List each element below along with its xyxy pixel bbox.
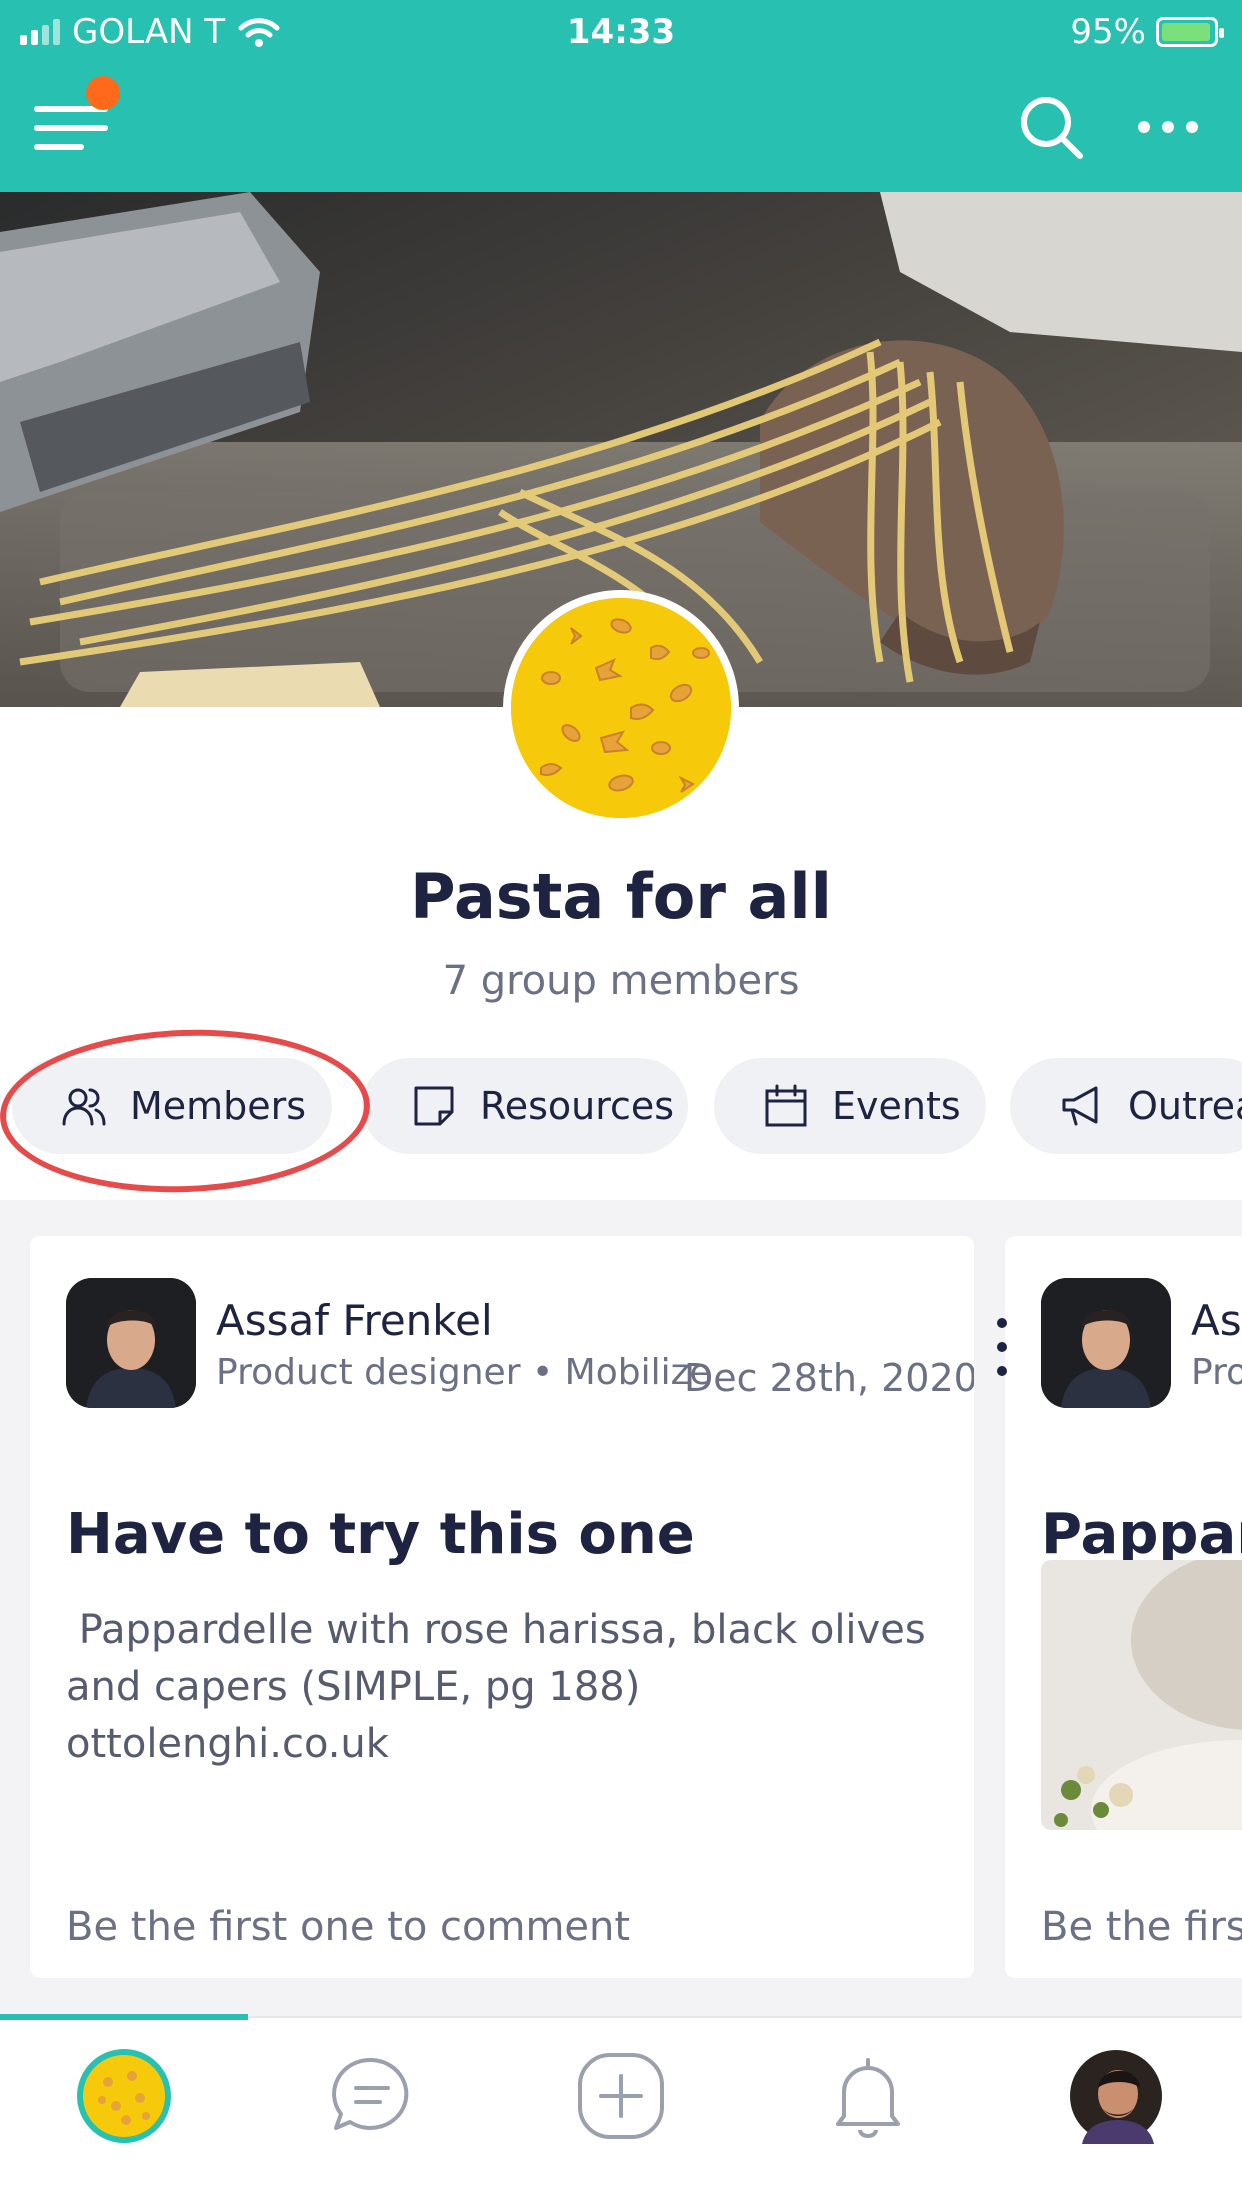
group-avatar-icon [77,2049,171,2143]
author-name[interactable]: Assaf Frenkel [216,1296,493,1345]
nav-profile[interactable] [1068,2048,1164,2144]
tab-outreach[interactable]: Outrea [1010,1058,1242,1154]
notification-dot [86,76,120,110]
search-button[interactable] [1016,92,1088,164]
nav-create[interactable] [573,2048,669,2144]
tab-resources-label: Resources [480,1084,675,1128]
tab-outreach-label: Outrea [1128,1084,1242,1128]
battery-percent: 95% [1070,12,1146,52]
post-image[interactable] [1041,1560,1242,1830]
post-date: Dec 28th, 2020 [684,1356,974,1400]
post-title: Pappard [1041,1502,1242,1567]
tab-events-label: Events [832,1084,961,1128]
clock: 14:33 [566,12,676,52]
nav-group-home[interactable] [76,2048,172,2144]
nav-notifications[interactable] [820,2048,916,2144]
megaphone-icon [1062,1086,1098,1126]
group-name: Pasta for all [410,860,832,933]
bell-icon [836,2058,900,2138]
author-avatar[interactable] [66,1278,196,1408]
tab-events[interactable]: Events [714,1058,986,1154]
posts-feed[interactable]: Assaf Frenkel Product designer • Mobiliz… [0,1200,1242,2016]
bottom-nav [0,2014,1242,2208]
plus-icon [578,2053,664,2139]
post-card[interactable]: Assaf Frenkel Product designer • Mobiliz… [30,1236,974,1978]
author-role: Pro [1191,1352,1242,1393]
tab-resources[interactable]: Resources [362,1058,688,1154]
post-body-line: and capers (SIMPLE, pg 188) [66,1664,641,1710]
app-header: GOLAN T 14:33 95% [0,0,1242,192]
battery-icon [1156,17,1224,47]
nav-chat[interactable] [324,2048,420,2144]
post-card[interactable]: As Pro Pappard Be the firs [1005,1236,1242,1978]
comment-prompt[interactable]: Be the firs [1041,1904,1242,1950]
author-role: Product designer • Mobilize [216,1352,712,1393]
status-bar: GOLAN T 14:33 95% [0,0,1242,64]
comment-prompt[interactable]: Be the first one to comment [66,1904,630,1950]
group-member-count[interactable]: 7 group members [0,958,1242,1004]
post-body-line: Pappardelle with rose harissa, black oli… [66,1607,926,1653]
post-body: Pappardelle with rose harissa, black oli… [66,1602,926,1773]
author-name[interactable]: As [1191,1296,1242,1345]
more-options-button[interactable] [1138,112,1208,142]
search-icon [1021,97,1083,159]
battery-level [1162,23,1210,41]
post-options-button[interactable] [994,1318,1010,1376]
active-tab-indicator [0,2014,248,2020]
menu-button[interactable] [34,76,120,160]
chat-icon [332,2057,409,2130]
resources-icon [414,1086,454,1126]
profile-avatar [1070,2050,1162,2144]
post-body-link[interactable]: ottolenghi.co.uk [66,1716,926,1773]
calendar-icon [765,1084,807,1127]
author-avatar[interactable] [1041,1278,1171,1408]
post-title: Have to try this one [66,1502,695,1567]
battery-indicator: 95% [1070,12,1224,52]
group-avatar [503,590,739,826]
